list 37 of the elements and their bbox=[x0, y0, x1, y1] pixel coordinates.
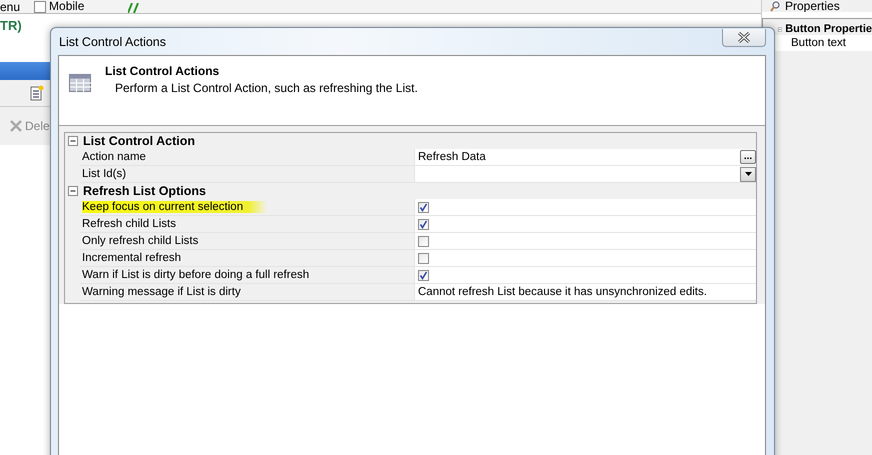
property-label: List Id(s) bbox=[82, 168, 126, 180]
table-icon bbox=[69, 74, 91, 92]
property-label: Button text bbox=[791, 37, 846, 49]
ellipsis-button[interactable]: ... bbox=[740, 150, 756, 164]
mobile-checkbox[interactable] bbox=[34, 1, 46, 13]
dropdown-button[interactable] bbox=[740, 166, 756, 182]
property-label: Only refresh child Lists bbox=[82, 235, 198, 247]
property-value[interactable]: Cannot refresh List because it has unsynchronized edits. bbox=[418, 286, 707, 298]
property-label: Action name bbox=[82, 151, 146, 163]
page-heading: TR) bbox=[0, 18, 22, 33]
dialog-title: List Control Actions bbox=[59, 34, 166, 48]
checkbox[interactable] bbox=[418, 270, 429, 280]
menu-label[interactable]: enu bbox=[0, 1, 20, 13]
group-label: Button Propertie bbox=[785, 23, 872, 35]
checkbox[interactable] bbox=[418, 252, 429, 264]
property-label: Warn if List is dirty before doing a full refresh bbox=[82, 269, 310, 281]
close-icon bbox=[737, 32, 751, 42]
close-button[interactable] bbox=[722, 28, 766, 46]
checkbox[interactable] bbox=[418, 218, 429, 230]
header-description: Perform a List Control Action, such as refreshing the List. bbox=[114, 81, 418, 95]
property-label: Warning message if List is dirty bbox=[82, 286, 241, 298]
caret-icon bbox=[744, 172, 752, 176]
group-label: List Control Action bbox=[83, 134, 196, 148]
property-value[interactable]: Refresh Data bbox=[418, 151, 486, 163]
property-label: Keep focus on current selection bbox=[82, 201, 268, 213]
checkbox[interactable] bbox=[418, 236, 429, 246]
property-label: Incremental refresh bbox=[82, 252, 182, 264]
header-title: List Control Actions bbox=[105, 64, 220, 78]
collapse-icon[interactable] bbox=[68, 136, 78, 146]
search-icon bbox=[770, 1, 781, 12]
group-label: Refresh List Options bbox=[83, 184, 206, 198]
collapse-icon[interactable] bbox=[68, 186, 78, 196]
property-label: Refresh child Lists bbox=[82, 218, 176, 230]
mobile-label: Mobile bbox=[49, 0, 84, 13]
document-icon[interactable] bbox=[30, 85, 44, 101]
slash-icon bbox=[128, 3, 140, 13]
checkbox[interactable] bbox=[418, 202, 429, 212]
